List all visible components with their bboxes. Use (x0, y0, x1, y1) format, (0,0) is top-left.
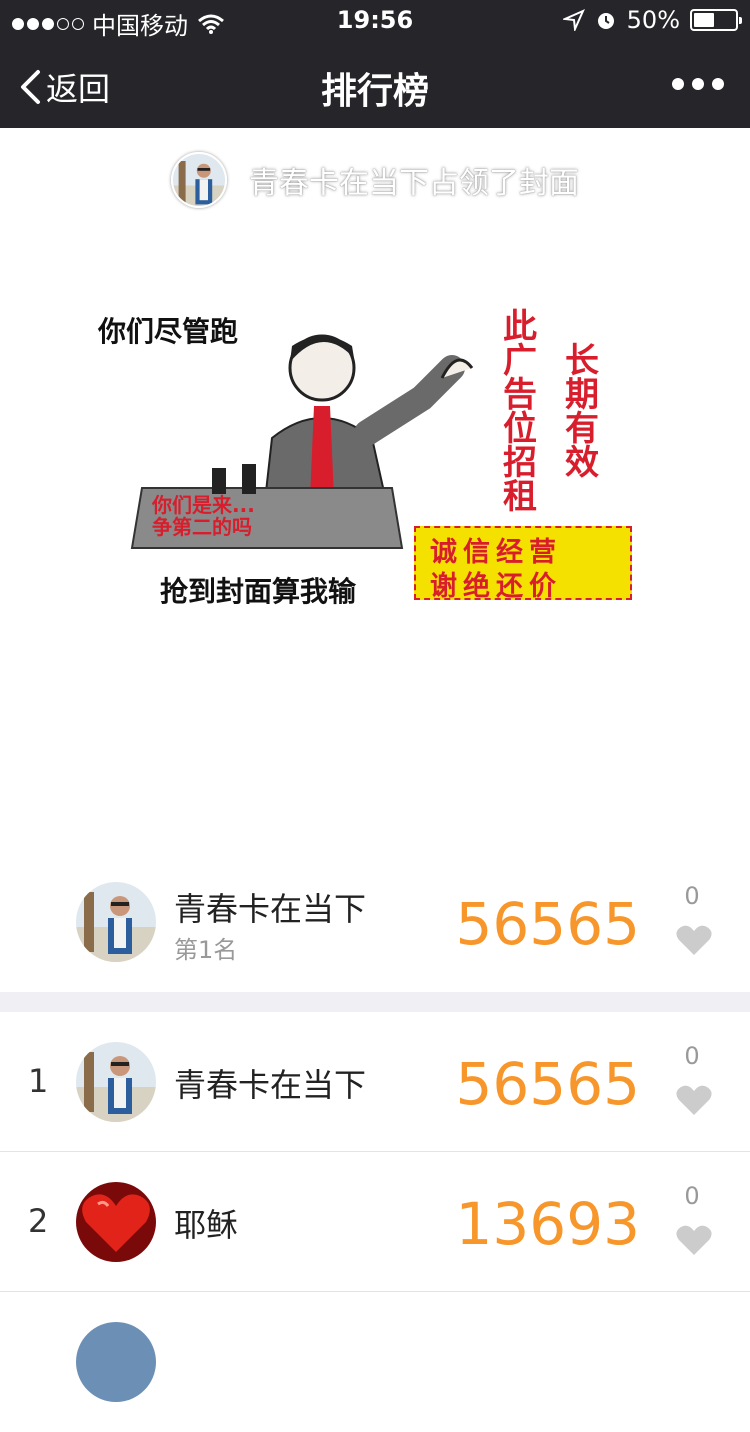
cover-yellow-box: 诚信经营 谢绝还价 (414, 526, 632, 602)
avatar[interactable] (76, 1182, 156, 1262)
table-row[interactable]: 1 青春卡在当下 56565 0 (0, 1012, 750, 1152)
more-dot-icon (672, 78, 684, 90)
my-score: 56565 (455, 890, 640, 958)
alarm-icon (597, 13, 614, 29)
user-name: 青春卡在当下 (174, 1066, 367, 1104)
score: 13693 (455, 1190, 640, 1258)
avatar[interactable] (171, 152, 227, 208)
cover-image[interactable]: 你们尽管跑 你们是来... 争第二的吗 抢到封面算我输 此广告位招租 长期有效 … (98, 268, 637, 628)
status-bar: 中国移动 19:56 50% (0, 0, 750, 40)
cover-text-vertical-1: 此广告位招租 (503, 307, 537, 517)
like-count: 0 (684, 1042, 700, 1070)
cover-owner: 青春卡在当下占领了封面 (0, 152, 750, 208)
cover-owner-text: 青春卡在当下占领了封面 (249, 166, 579, 201)
score: 56565 (455, 1050, 640, 1118)
like-count: 0 (684, 1182, 700, 1210)
avatar[interactable] (76, 1322, 156, 1402)
cover-text-podium: 你们是来... 争第二的吗 (152, 493, 255, 539)
cover-box-line-2: 谢绝还价 (430, 571, 562, 602)
heart-icon[interactable] (676, 924, 712, 956)
status-right: 50% (562, 6, 742, 34)
navigation-bar: 返回 排行榜 (0, 40, 750, 128)
table-row[interactable] (0, 1292, 750, 1432)
my-ranking-row[interactable]: 青春卡在当下 第1名 56565 0 (0, 852, 750, 992)
battery-percent: 50% (626, 6, 680, 34)
avatar[interactable] (76, 1042, 156, 1122)
cover-text-bottom: 抢到封面算我输 (160, 575, 357, 608)
rank-number: 2 (28, 1202, 49, 1240)
user-name: 耶稣 (174, 1206, 239, 1244)
more-dot-icon (712, 78, 724, 90)
more-dot-icon (692, 78, 704, 90)
more-button[interactable] (672, 78, 724, 90)
heart-icon[interactable] (676, 1224, 712, 1256)
location-icon (562, 9, 585, 31)
battery-icon (690, 9, 742, 31)
cover-text-vertical-2: 长期有效 (565, 341, 599, 483)
table-row[interactable]: 2 耶稣 13693 0 (0, 1152, 750, 1292)
rank-number: 1 (28, 1062, 49, 1100)
my-like-count: 0 (684, 882, 700, 910)
avatar[interactable] (76, 882, 156, 962)
my-name: 青春卡在当下 (174, 890, 367, 928)
heart-icon[interactable] (676, 1084, 712, 1116)
section-divider (0, 992, 750, 1012)
my-rank-text: 第1名 (174, 936, 238, 964)
page-title: 排行榜 (320, 71, 429, 112)
